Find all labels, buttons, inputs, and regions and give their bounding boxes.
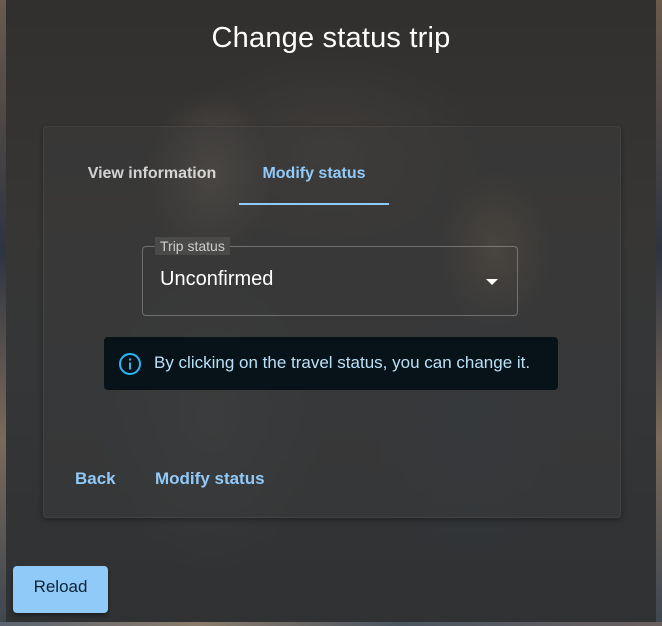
status-card: View information Modify status Trip stat… xyxy=(43,126,621,518)
tab-view-information[interactable]: View information xyxy=(66,151,238,205)
tab-modify-status[interactable]: Modify status xyxy=(239,151,389,205)
info-alert-text: By clicking on the travel status, you ca… xyxy=(154,353,531,372)
trip-status-label: Trip status xyxy=(155,237,230,255)
app-background: Change status trip View information Modi… xyxy=(0,0,662,626)
info-icon xyxy=(119,353,141,375)
chevron-down-icon[interactable] xyxy=(486,279,498,285)
modify-status-button[interactable]: Modify status xyxy=(155,457,265,501)
background-edge-bottom xyxy=(0,622,662,626)
trip-status-value: Unconfirmed xyxy=(160,268,274,290)
back-button[interactable]: Back xyxy=(75,457,116,501)
info-alert: By clicking on the travel status, you ca… xyxy=(104,337,558,390)
dialog-title: Change status trip xyxy=(211,22,451,54)
trip-status-select[interactable]: Trip status Unconfirmed xyxy=(142,237,518,316)
background-edge-right xyxy=(656,0,662,626)
active-tab-indicator xyxy=(239,203,389,205)
reload-button[interactable]: Reload xyxy=(13,566,108,613)
